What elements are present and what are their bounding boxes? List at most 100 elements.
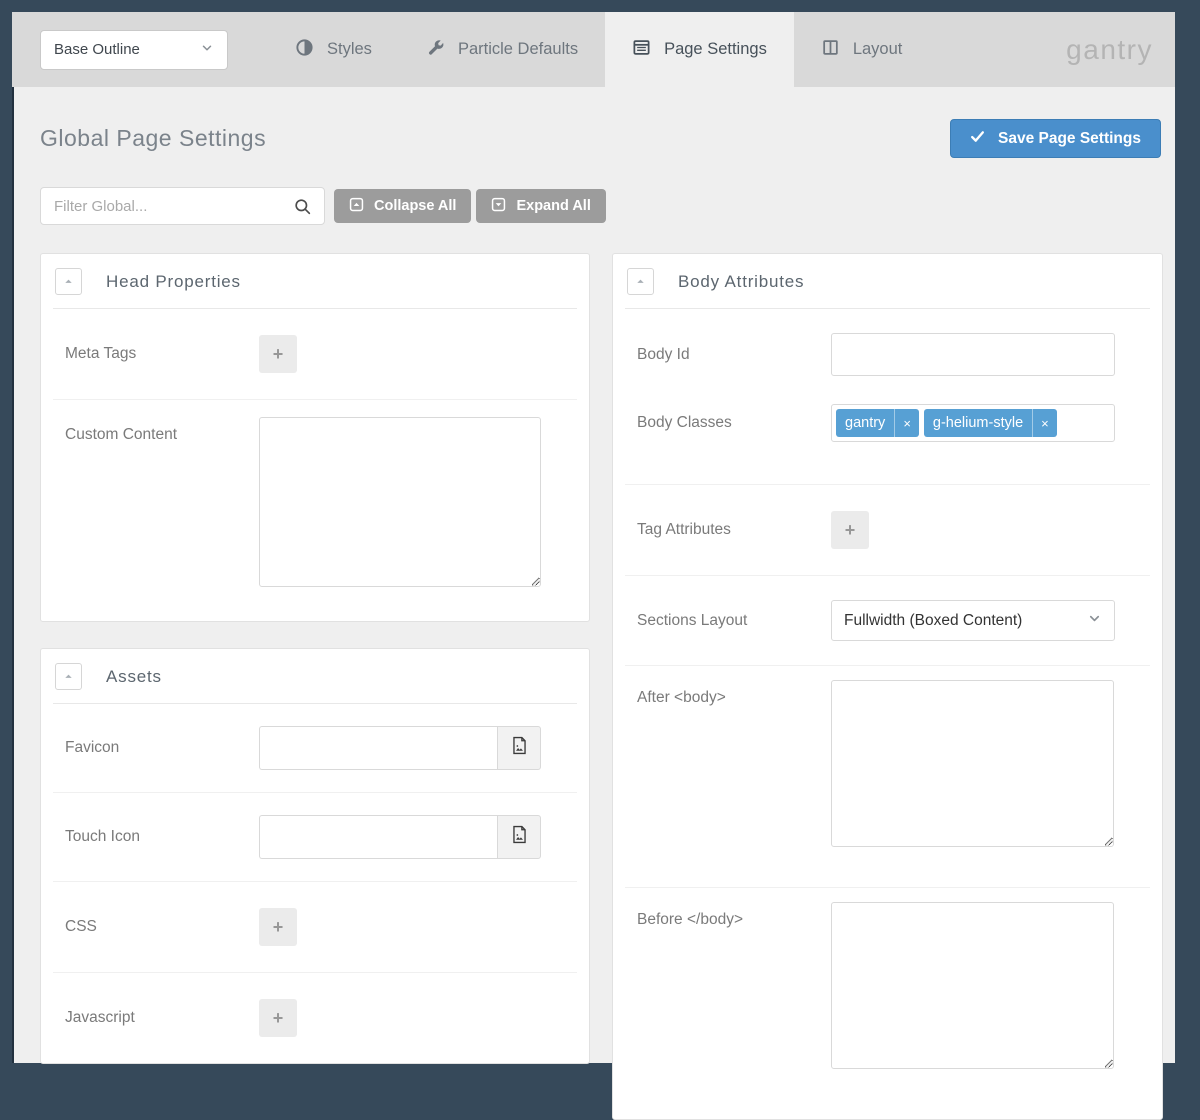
field-tag-attributes: Tag Attributes + — [625, 484, 1150, 575]
collapse-all-label: Collapse All — [374, 198, 456, 214]
outline-selector[interactable]: Base Outline — [40, 30, 228, 70]
field-label: Javascript — [65, 1009, 259, 1027]
file-image-icon — [510, 736, 529, 760]
pick-image-button[interactable] — [497, 815, 541, 859]
panel-header: Assets — [53, 649, 577, 704]
add-meta-tag-button[interactable]: + — [259, 335, 297, 373]
tab-label: Page Settings — [664, 40, 767, 59]
field-label: Favicon — [65, 739, 259, 757]
search-icon — [293, 197, 313, 222]
field-label: Meta Tags — [65, 345, 259, 363]
field-sections-layout: Sections Layout Fullwidth (Boxed Content… — [625, 575, 1150, 665]
field-label: Custom Content — [65, 417, 259, 444]
right-column: Body Attributes Body Id Body Classes gan… — [612, 253, 1163, 1120]
add-javascript-button[interactable]: + — [259, 999, 297, 1037]
touch-icon-input-group — [259, 815, 541, 859]
tab-particle-defaults[interactable]: Particle Defaults — [399, 12, 605, 87]
field-custom-content: Custom Content — [53, 399, 577, 621]
chevron-down-icon — [1087, 611, 1102, 631]
field-javascript: Javascript + — [53, 972, 577, 1063]
field-label: Sections Layout — [637, 612, 831, 630]
contrast-icon — [295, 38, 314, 62]
tab-styles[interactable]: Styles — [268, 12, 399, 87]
body-id-input[interactable] — [831, 333, 1115, 376]
tab-label: Layout — [853, 40, 903, 59]
filter-input[interactable] — [41, 188, 324, 224]
tab-label: Particle Defaults — [458, 40, 578, 59]
add-tag-attribute-button[interactable]: + — [831, 511, 869, 549]
field-label: Body Classes — [637, 414, 831, 432]
tab-page-settings[interactable]: Page Settings — [605, 12, 794, 87]
field-body-id: Body Id — [625, 309, 1150, 394]
tab-list: Styles Particle Defaults Page Settings L… — [268, 12, 929, 87]
favicon-input-group — [259, 726, 541, 770]
field-label: Touch Icon — [65, 828, 259, 846]
panel-title: Head Properties — [106, 272, 241, 292]
field-label: Body Id — [637, 346, 831, 364]
remove-tag-icon[interactable]: × — [1032, 409, 1057, 437]
pick-image-button[interactable] — [497, 726, 541, 770]
field-touch-icon: Touch Icon — [53, 792, 577, 881]
field-label: Before </body> — [637, 902, 831, 929]
panel-header: Body Attributes — [625, 254, 1150, 309]
wrench-icon — [426, 38, 445, 62]
chevron-down-icon — [200, 41, 214, 59]
assets-panel: Assets Favicon Touch Icon — [40, 648, 590, 1064]
add-css-button[interactable]: + — [259, 908, 297, 946]
after-body-textarea[interactable] — [831, 680, 1114, 847]
class-tag-label: gantry — [836, 409, 894, 437]
file-image-icon — [510, 825, 529, 849]
filter-box — [40, 187, 325, 225]
field-label: Tag Attributes — [637, 521, 831, 539]
toolbar: Collapse All Expand All — [12, 158, 1175, 225]
tab-label: Styles — [327, 40, 372, 59]
panel-header: Head Properties — [53, 254, 577, 309]
outline-selector-value: Base Outline — [54, 41, 140, 58]
field-before-body: Before </body> — [625, 887, 1150, 1097]
head-properties-panel: Head Properties Meta Tags + Custom Conte… — [40, 253, 590, 622]
collapse-all-button[interactable]: Collapse All — [334, 189, 471, 223]
field-meta-tags: Meta Tags + — [53, 309, 577, 399]
body-classes-input[interactable]: gantry × g-helium-style × — [831, 404, 1115, 442]
panel-title: Assets — [106, 667, 162, 687]
left-column: Head Properties Meta Tags + Custom Conte… — [40, 253, 590, 1064]
field-css: CSS + — [53, 881, 577, 972]
body-attributes-panel: Body Attributes Body Id Body Classes gan… — [612, 253, 1163, 1120]
favicon-input[interactable] — [259, 726, 497, 770]
save-page-settings-button[interactable]: Save Page Settings — [950, 119, 1161, 158]
page-title: Global Page Settings — [40, 125, 266, 152]
touch-icon-input[interactable] — [259, 815, 497, 859]
field-label: After <body> — [637, 680, 831, 707]
pages-icon — [632, 38, 651, 62]
sections-layout-value: Fullwidth (Boxed Content) — [844, 612, 1022, 630]
check-icon — [970, 130, 985, 148]
remove-tag-icon[interactable]: × — [894, 409, 919, 437]
field-favicon: Favicon — [53, 704, 577, 792]
top-tabbar: Base Outline Styles Particle Defaults — [12, 12, 1175, 87]
class-tag: gantry × — [836, 409, 919, 437]
page-frame: Base Outline Styles Particle Defaults — [12, 12, 1175, 1063]
columns-icon — [821, 38, 840, 62]
save-button-label: Save Page Settings — [998, 130, 1141, 148]
class-tag: g-helium-style × — [924, 409, 1057, 437]
collapse-toggle-button[interactable] — [55, 268, 82, 295]
collapse-toggle-button[interactable] — [55, 663, 82, 690]
expand-all-label: Expand All — [516, 198, 590, 214]
field-label: CSS — [65, 918, 259, 936]
tab-layout[interactable]: Layout — [794, 12, 930, 87]
panel-title: Body Attributes — [678, 272, 804, 292]
field-after-body: After <body> — [625, 665, 1150, 887]
expand-all-button[interactable]: Expand All — [476, 189, 605, 223]
field-body-classes: Body Classes gantry × g-helium-style × — [625, 394, 1150, 484]
class-tag-label: g-helium-style — [924, 409, 1032, 437]
before-body-textarea[interactable] — [831, 902, 1114, 1069]
page-header: Global Page Settings Save Page Settings — [12, 87, 1175, 158]
sections-layout-select[interactable]: Fullwidth (Boxed Content) — [831, 600, 1115, 641]
main-content: Head Properties Meta Tags + Custom Conte… — [12, 225, 1175, 1120]
custom-content-textarea[interactable] — [259, 417, 541, 587]
caret-square-up-icon — [349, 197, 364, 216]
gantry-logo: gantry — [1066, 34, 1153, 66]
panel-footer-space — [625, 1097, 1150, 1119]
collapse-toggle-button[interactable] — [627, 268, 654, 295]
caret-square-down-icon — [491, 197, 506, 216]
